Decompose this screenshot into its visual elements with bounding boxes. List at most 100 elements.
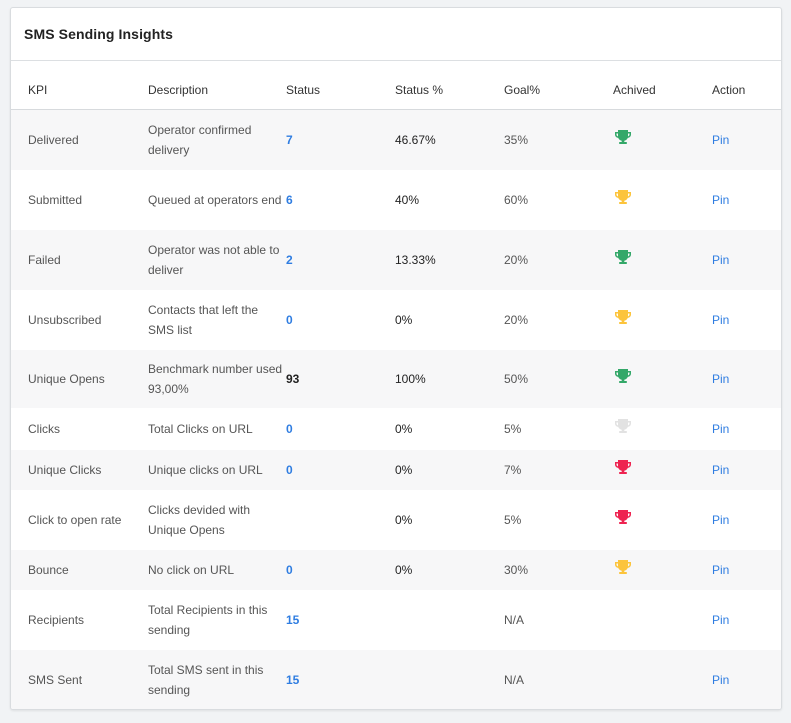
header-kpi: KPI (11, 61, 148, 110)
table-row: Clicks Total Clicks on URL 0 0% 5% Pin (11, 408, 781, 450)
description-cell: Contacts that left the SMS list (148, 302, 259, 337)
status-cell: 2 (286, 229, 395, 290)
action-cell: Pin (712, 449, 781, 490)
status-cell: 0 (286, 408, 395, 450)
table-row: Unique Clicks Unique clicks on URL 0 0% 7% Pi… (11, 449, 781, 490)
status-pct-cell: 0% (395, 549, 504, 590)
status-pct-cell: 0% (395, 312, 413, 327)
card-title: SMS Sending Insights (24, 26, 174, 42)
status-pct-cell (395, 649, 504, 709)
status-value[interactable]: 0 (286, 422, 293, 436)
status-value[interactable]: 0 (286, 563, 293, 577)
description-cell: Benchmark number used 93,00% (148, 349, 286, 408)
action-cell: Pin (712, 170, 781, 230)
action-cell: Pin (712, 590, 781, 650)
status-pct-cell: 100% (395, 349, 504, 408)
status-value[interactable]: 15 (286, 673, 299, 687)
kpi-cell: Clicks (28, 421, 60, 436)
goal-pct-cell: N/A (504, 612, 525, 627)
goal-pct-cell: 5% (504, 421, 522, 436)
kpi-cell: Submitted (28, 192, 83, 207)
pin-link[interactable]: Pin (712, 613, 729, 627)
insights-table: KPI Description Status Status % Goal% Ac… (11, 61, 781, 709)
trophy-icon (615, 509, 631, 524)
pin-link[interactable]: Pin (712, 563, 729, 577)
achieved-cell (613, 170, 712, 230)
action-cell: Pin (712, 290, 781, 350)
status-cell: 6 (286, 170, 395, 230)
status-value[interactable]: 6 (286, 193, 293, 207)
kpi-cell: Failed (11, 229, 148, 290)
kpi-cell: Bounce (11, 549, 148, 590)
goal-pct-cell: 5% (504, 512, 522, 527)
table-row: Failed Operator was not able to deliver 2 1… (11, 229, 781, 290)
pin-link[interactable]: Pin (712, 422, 729, 436)
description-cell: Total Clicks on URL (148, 421, 253, 436)
header-achieved: Achived (613, 61, 712, 110)
goal-pct-cell: 35% (504, 109, 613, 170)
trophy-icon (615, 368, 631, 383)
pin-link[interactable]: Pin (712, 133, 729, 147)
table-row: Delivered Operator confirmed delivery 7 46.… (11, 109, 781, 170)
header-action: Action (712, 61, 781, 110)
status-cell: 15 (286, 590, 395, 650)
status-cell: 7 (286, 109, 395, 170)
description-cell: Total Recipients in this sending (148, 602, 268, 637)
kpi-cell: Unique Clicks (11, 449, 148, 490)
table-row: Click to open rate Clicks devided with Un… (11, 490, 781, 550)
status-cell: 0 (286, 290, 395, 350)
goal-pct-cell: 20% (504, 312, 529, 327)
trophy-icon (615, 418, 631, 433)
kpi-cell: Click to open rate (28, 512, 122, 527)
kpi-cell: Unsubscribed (28, 312, 102, 327)
action-cell: Pin (712, 109, 781, 170)
goal-pct-cell: 20% (504, 229, 613, 290)
table-header-row: KPI Description Status Status % Goal% Ac… (11, 61, 781, 110)
trophy-icon (615, 129, 631, 144)
header-status-pct: Status % (395, 61, 504, 110)
action-cell: Pin (712, 229, 781, 290)
trophy-icon (615, 249, 631, 264)
header-status: Status (286, 61, 395, 110)
pin-link[interactable]: Pin (712, 372, 729, 386)
achieved-cell (613, 549, 712, 590)
table-row: Unsubscribed Contacts that left the SMS l… (11, 290, 781, 350)
action-cell: Pin (712, 408, 781, 450)
table-row: Bounce No click on URL 0 0% 30% Pin (11, 549, 781, 590)
status-value[interactable]: 2 (286, 253, 293, 267)
header-goal-pct: Goal% (504, 61, 613, 110)
achieved-cell (613, 490, 712, 550)
description-cell: Operator was not able to deliver (148, 229, 286, 290)
status-pct-cell: 0% (395, 512, 413, 527)
status-value[interactable]: 15 (286, 613, 299, 627)
achieved-cell (613, 408, 712, 450)
description-cell: Clicks devided with Unique Opens (148, 502, 251, 537)
status-value[interactable]: 7 (286, 133, 293, 147)
table-row: Unique Opens Benchmark number used 93,00%… (11, 349, 781, 408)
pin-link[interactable]: Pin (712, 253, 729, 267)
pin-link[interactable]: Pin (712, 313, 729, 327)
goal-pct-cell: 60% (504, 192, 529, 207)
pin-link[interactable]: Pin (712, 463, 729, 477)
action-cell: Pin (712, 349, 781, 408)
goal-pct-cell: 7% (504, 449, 613, 490)
status-pct-cell: 40% (395, 192, 420, 207)
status-value[interactable]: 0 (286, 463, 293, 477)
pin-link[interactable]: Pin (712, 513, 729, 527)
action-cell: Pin (712, 490, 781, 550)
pin-link[interactable]: Pin (712, 193, 729, 207)
kpi-cell: Unique Opens (11, 349, 148, 408)
table-row: SMS Sent Total SMS sent in this sending 15… (11, 649, 781, 709)
status-value[interactable]: 0 (286, 313, 293, 327)
status-cell: 0 (286, 549, 395, 590)
action-cell: Pin (712, 549, 781, 590)
status-cell: 15 (286, 649, 395, 709)
status-pct-cell: 13.33% (395, 229, 504, 290)
kpi-cell: Delivered (11, 109, 148, 170)
pin-link[interactable]: Pin (712, 673, 729, 687)
achieved-cell (613, 649, 712, 709)
kpi-cell: Recipients (28, 612, 85, 627)
header-description: Description (148, 61, 286, 110)
table-row: Recipients Total Recipients in this sendi… (11, 590, 781, 650)
status-pct-cell: 46.67% (395, 109, 504, 170)
